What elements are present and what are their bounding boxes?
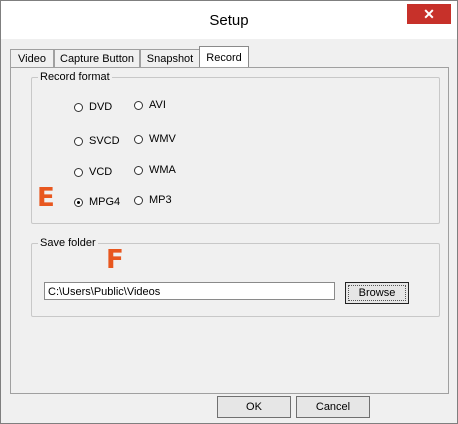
save-folder-group: Save folder — [31, 237, 440, 317]
cancel-button[interactable]: Cancel — [296, 396, 370, 418]
radio-button-icon — [134, 195, 143, 205]
radio-button-icon — [74, 136, 83, 146]
save-folder-path-input[interactable]: C:\Users\Public\Videos — [44, 282, 335, 300]
tab-record[interactable]: Record — [199, 46, 249, 69]
dialog-title: Setup — [209, 12, 249, 29]
tab-video[interactable]: Video — [10, 49, 54, 68]
radio-button-icon — [134, 100, 143, 110]
radio-button-icon — [134, 165, 143, 175]
close-icon: ✕ — [423, 6, 435, 22]
radio-label: VCD — [89, 166, 113, 178]
radio-avi[interactable]: AVI — [134, 99, 166, 111]
radio-label: WMV — [149, 133, 176, 145]
radio-label: MP3 — [149, 194, 172, 206]
radio-dvd[interactable]: DVD — [74, 101, 112, 113]
radio-svcd[interactable]: SVCD — [74, 135, 120, 147]
radio-wmv[interactable]: WMV — [134, 133, 176, 145]
radio-vcd[interactable]: VCD — [74, 166, 112, 178]
save-folder-legend: Save folder — [38, 237, 98, 249]
ok-button[interactable]: OK — [217, 396, 291, 418]
radio-mp3[interactable]: MP3 — [134, 194, 172, 206]
radio-wma[interactable]: WMA — [134, 164, 176, 176]
radio-button-icon — [74, 167, 83, 177]
browse-button[interactable]: Browse — [345, 282, 409, 304]
annotation-marker-f: F — [106, 245, 124, 275]
close-button[interactable]: ✕ — [407, 4, 451, 24]
radio-label: SVCD — [89, 135, 120, 147]
browse-button-label: Browse — [348, 285, 406, 301]
radio-label: WMA — [149, 164, 176, 176]
radio-button-icon — [134, 134, 143, 144]
radio-label: MPG4 — [89, 196, 121, 208]
tab-capture-button[interactable]: Capture Button — [54, 49, 140, 68]
annotation-marker-e: E — [37, 183, 55, 213]
record-format-legend: Record format — [38, 71, 112, 83]
tab-snapshot[interactable]: Snapshot — [140, 49, 200, 68]
radio-mpg4[interactable]: MPG4 — [74, 196, 120, 208]
radio-button-selected-icon — [74, 197, 83, 207]
setup-dialog: Setup ✕ Video Capture Button Snapshot Re… — [0, 0, 458, 424]
radio-button-icon — [74, 102, 83, 112]
radio-label: DVD — [89, 101, 113, 113]
radio-label: AVI — [149, 99, 166, 111]
title-bar: Setup ✕ — [1, 1, 457, 39]
